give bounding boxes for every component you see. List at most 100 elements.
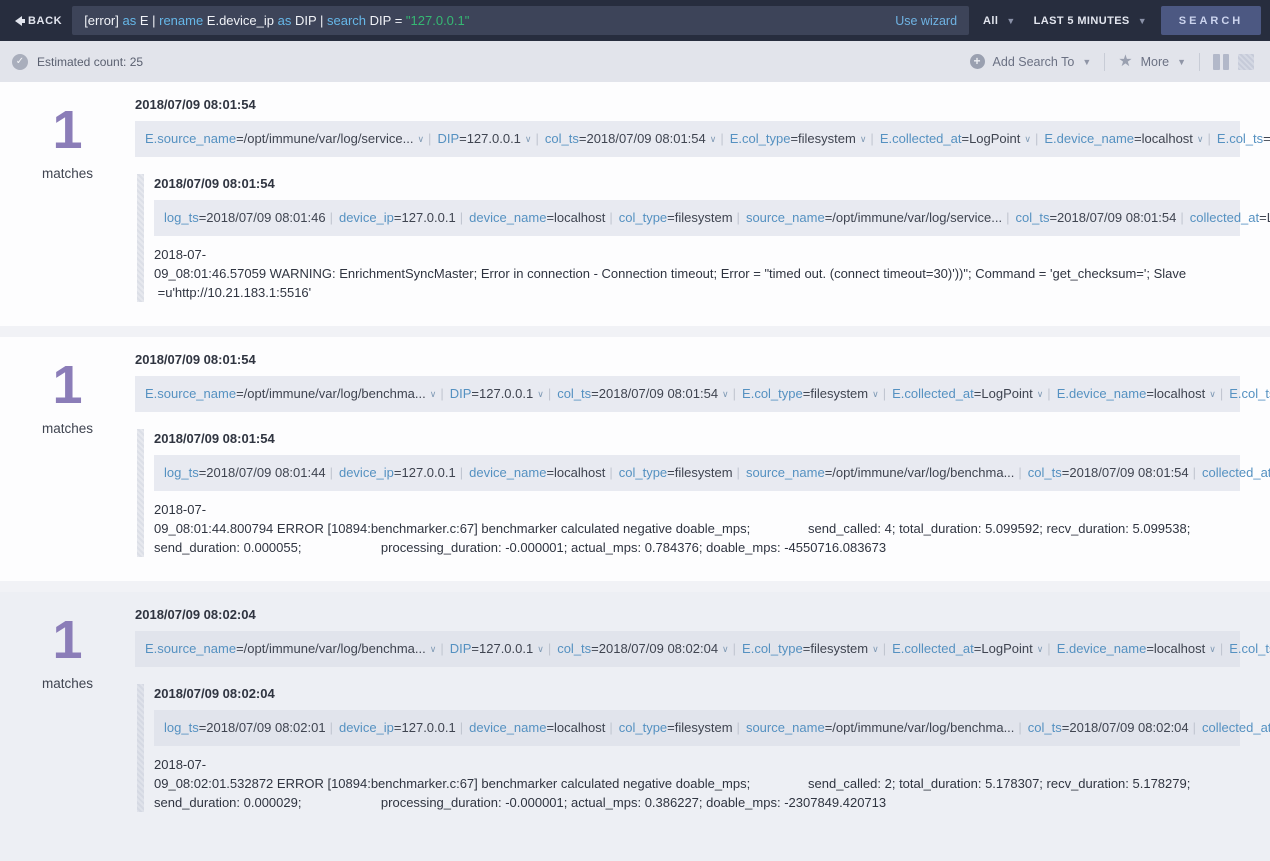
tag-separator: | [1193, 465, 1196, 480]
field-tag[interactable]: E.collected_at=LogPoint∨ [880, 131, 1031, 146]
field-tag[interactable]: E.col_type=filesystem∨ [742, 386, 879, 401]
field-tag[interactable]: E.device_name=localhost∨ [1044, 131, 1203, 146]
detail-field-tag[interactable]: source_name=/opt/immune/var/log/service.… [746, 210, 1002, 225]
detail-field-tag[interactable]: device_name=localhost [469, 465, 605, 480]
field-value: =2018/07/09 08:01:54 [579, 131, 706, 146]
chevron-down-icon[interactable]: ∨ [537, 389, 544, 399]
result-body: 2018/07/09 08:01:54 E.source_name=/opt/i… [135, 350, 1240, 557]
query-segment: as [122, 13, 136, 28]
chevron-down-icon[interactable]: ∨ [537, 644, 544, 654]
detail-field-tag[interactable]: device_ip=127.0.0.1 [339, 465, 456, 480]
search-button[interactable]: SEARCH [1161, 6, 1261, 35]
field-value: =filesystem [803, 641, 868, 656]
detail-timestamp: 2018/07/09 08:01:54 [154, 176, 1240, 191]
matches-label: matches [0, 166, 135, 181]
field-name: E.col_type [742, 386, 803, 401]
query-segment: DIP | [291, 13, 327, 28]
field-tag[interactable]: E.collected_at=LogPoint∨ [892, 641, 1043, 656]
chevron-down-icon[interactable]: ∨ [430, 389, 437, 399]
field-tag[interactable]: E.source_name=/opt/immune/var/log/servic… [145, 131, 424, 146]
detail-field-tag[interactable]: log_ts=2018/07/09 08:02:01 [164, 720, 326, 735]
field-tag[interactable]: col_ts=2018/07/09 08:01:54∨ [557, 386, 728, 401]
chevron-down-icon[interactable]: ∨ [722, 389, 729, 399]
chevron-down-icon[interactable]: ∨ [872, 389, 879, 399]
field-tag[interactable]: E.device_name=localhost∨ [1057, 641, 1216, 656]
chevron-down-icon[interactable]: ∨ [1037, 644, 1044, 654]
chevron-down-icon[interactable]: ∨ [417, 134, 424, 144]
field-name: E.col_ts [1229, 641, 1270, 656]
estimated-count-group: ✓ Estimated count: 25 [12, 54, 143, 70]
field-tag[interactable]: DIP=127.0.0.1∨ [450, 386, 544, 401]
detail-field-tag[interactable]: col_type=filesystem [619, 210, 733, 225]
detail-field-tag[interactable]: log_ts=2018/07/09 08:01:44 [164, 465, 326, 480]
field-tag[interactable]: E.source_name=/opt/immune/var/log/benchm… [145, 641, 436, 656]
chevron-down-icon[interactable]: ∨ [525, 134, 532, 144]
detail-field-tag[interactable]: col_type=filesystem [619, 465, 733, 480]
field-tag[interactable]: E.collected_at=LogPoint∨ [892, 386, 1043, 401]
field-tag[interactable]: col_ts=2018/07/09 08:02:04∨ [557, 641, 728, 656]
detail-field-tag[interactable]: collected_at=LogPoint [1202, 720, 1270, 735]
back-button[interactable]: BACK [10, 15, 62, 27]
add-search-to-button[interactable]: + Add Search To ▼ [970, 54, 1092, 69]
tag-separator: | [1047, 386, 1050, 401]
time-range-selector[interactable]: LAST 5 MINUTES ▼ [1030, 15, 1151, 27]
detail-field-tag[interactable]: device_name=localhost [469, 720, 605, 735]
field-tag[interactable]: E.source_name=/opt/immune/var/log/benchm… [145, 386, 436, 401]
chevron-down-icon[interactable]: ∨ [710, 134, 717, 144]
result-card: 1 matches 2018/07/09 08:01:54 E.source_n… [0, 337, 1270, 581]
back-label: BACK [28, 15, 62, 27]
detail-field-tag[interactable]: device_ip=127.0.0.1 [339, 720, 456, 735]
chevron-down-icon[interactable]: ∨ [1209, 389, 1216, 399]
field-name: log_ts [164, 720, 199, 735]
detail-field-tag[interactable]: device_ip=127.0.0.1 [339, 210, 456, 225]
field-tag[interactable]: E.col_ts=2018/07/09 08:02:04∨ [1229, 641, 1270, 656]
field-tag[interactable]: E.col_ts=2018/07/09 08:01:54∨ [1217, 131, 1270, 146]
chevron-down-icon: ▼ [1138, 16, 1147, 26]
detail-field-tag[interactable]: log_ts=2018/07/09 08:01:46 [164, 210, 326, 225]
tag-separator: | [536, 131, 539, 146]
field-tag[interactable]: DIP=127.0.0.1∨ [450, 641, 544, 656]
log-detail: 2018/07/09 08:01:54 log_ts=2018/07/09 08… [135, 429, 1240, 557]
field-tag[interactable]: E.device_name=localhost∨ [1057, 386, 1216, 401]
back-arrow-icon [10, 16, 22, 26]
field-name: E.source_name [145, 131, 236, 146]
field-name: DIP [437, 131, 459, 146]
chevron-down-icon[interactable]: ∨ [1037, 389, 1044, 399]
field-value: =127.0.0.1 [394, 210, 456, 225]
detail-field-tag[interactable]: source_name=/opt/immune/var/log/benchma.… [746, 465, 1014, 480]
detail-field-tag[interactable]: device_name=localhost [469, 210, 605, 225]
chevron-down-icon[interactable]: ∨ [1024, 134, 1031, 144]
field-value: =2018/07/09 08:02:04 [1062, 720, 1189, 735]
tag-separator: | [737, 465, 740, 480]
field-name: E.collected_at [880, 131, 962, 146]
field-tag[interactable]: E.col_ts=2018/07/09 08:01:54∨ [1229, 386, 1270, 401]
detail-field-tag[interactable]: collected_at=LogPoint [1202, 465, 1270, 480]
chevron-down-icon[interactable]: ∨ [860, 134, 867, 144]
detail-field-tag[interactable]: col_ts=2018/07/09 08:01:54 [1028, 465, 1189, 480]
chevron-down-icon[interactable]: ∨ [872, 644, 879, 654]
chevron-down-icon[interactable]: ∨ [430, 644, 437, 654]
repo-selector[interactable]: All ▼ [979, 15, 1020, 27]
field-tag[interactable]: E.col_type=filesystem∨ [742, 641, 879, 656]
detail-field-tag[interactable]: source_name=/opt/immune/var/log/benchma.… [746, 720, 1014, 735]
column-view-icon[interactable] [1213, 54, 1229, 70]
field-name: E.col_ts [1217, 131, 1263, 146]
chevron-down-icon[interactable]: ∨ [722, 644, 729, 654]
more-button[interactable]: ★ More ▼ [1118, 54, 1186, 69]
field-tag[interactable]: col_ts=2018/07/09 08:01:54∨ [545, 131, 716, 146]
field-name: E.col_type [730, 131, 791, 146]
chevron-down-icon[interactable]: ∨ [1197, 134, 1204, 144]
toolbar-divider [1104, 53, 1105, 71]
detail-field-tag[interactable]: col_ts=2018/07/09 08:01:54 [1016, 210, 1177, 225]
search-query-input[interactable]: [error] as E | rename E.device_ip as DIP… [72, 6, 969, 35]
detail-field-tag[interactable]: col_ts=2018/07/09 08:02:04 [1028, 720, 1189, 735]
field-tag[interactable]: E.col_type=filesystem∨ [730, 131, 867, 146]
detail-field-tag[interactable]: collected_at=LogPoint [1190, 210, 1270, 225]
tag-separator: | [1018, 465, 1021, 480]
use-wizard-link[interactable]: Use wizard [883, 14, 957, 28]
grid-view-icon[interactable] [1238, 54, 1254, 70]
chevron-down-icon[interactable]: ∨ [1209, 644, 1216, 654]
field-tag[interactable]: DIP=127.0.0.1∨ [437, 131, 531, 146]
field-name: collected_at [1202, 465, 1270, 480]
detail-field-tag[interactable]: col_type=filesystem [619, 720, 733, 735]
